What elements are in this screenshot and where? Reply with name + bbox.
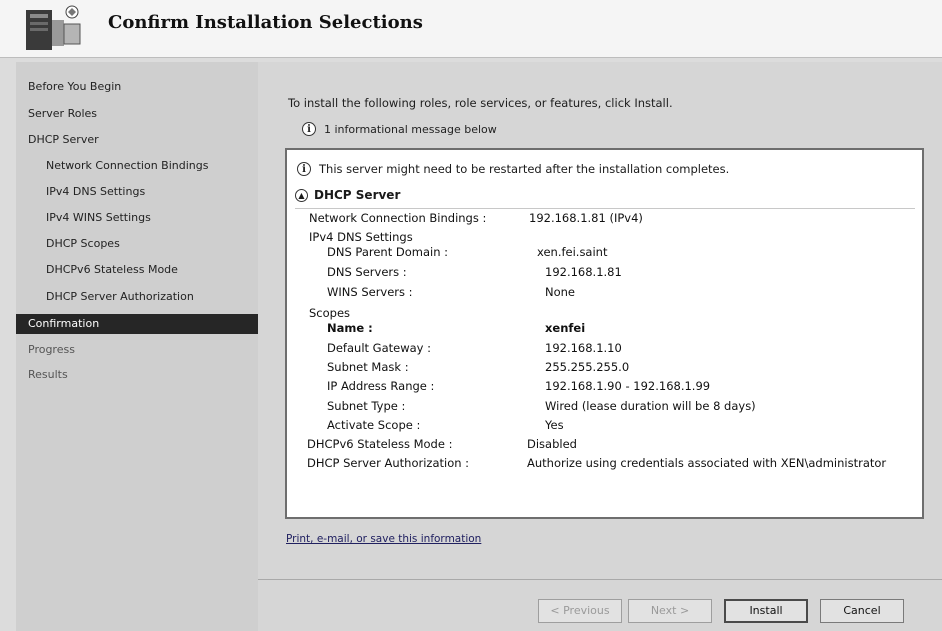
sidebar-item-results: Results: [28, 368, 68, 381]
row-value-activate-scope: Yes: [545, 418, 564, 432]
sidebar-item-dhcpv6-stateless-mode[interactable]: DHCPv6 Stateless Mode: [46, 263, 178, 276]
row-value-default-gateway: 192.168.1.10: [545, 341, 622, 355]
section-divider: [295, 208, 915, 209]
server-wizard-icon: [26, 5, 81, 50]
row-label-subnet-mask: Subnet Mask :: [327, 360, 409, 374]
sidebar-item-confirmation[interactable]: Confirmation: [16, 314, 258, 334]
row-value-dns-servers: 192.168.1.81: [545, 265, 622, 279]
sidebar-item-before-you-begin[interactable]: Before You Begin: [28, 80, 121, 93]
page-title: Confirm Installation Selections: [108, 12, 423, 33]
row-value-dhcpv6-stateless-mode: Disabled: [527, 437, 577, 451]
cancel-button[interactable]: Cancel: [820, 599, 904, 623]
sidebar-item-ipv4-dns-settings[interactable]: IPv4 DNS Settings: [46, 185, 145, 198]
info-message-count: 1 informational message below: [324, 122, 497, 136]
button-bar-divider: [258, 579, 942, 580]
row-value-ip-address-range: 192.168.1.90 - 192.168.1.99: [545, 379, 711, 393]
sidebar-item-network-connection-bindings[interactable]: Network Connection Bindings: [46, 159, 208, 172]
row-value-dhcp-server-authorization: Authorize using credentials associated w…: [527, 456, 887, 470]
row-value-subnet-mask: 255.255.255.0: [545, 360, 630, 374]
collapse-chevron-icon[interactable]: ▲: [295, 188, 308, 202]
add-roles-wizard: Confirm Installation Selections Before Y…: [0, 0, 942, 631]
row-label-dns-parent-domain: DNS Parent Domain :: [327, 245, 449, 259]
sidebar-item-dhcp-scopes[interactable]: DHCP Scopes: [46, 237, 120, 250]
info-message-summary: i 1 informational message below: [302, 122, 497, 136]
row-value-scope-name: xenfei: [545, 321, 586, 335]
row-label-wins-servers: WINS Servers :: [327, 285, 413, 299]
row-label-subnet-type: Subnet Type :: [327, 399, 406, 413]
wizard-steps-sidebar: Before You Begin Server Roles DHCP Serve…: [16, 62, 258, 631]
row-label-dhcp-server-authorization: DHCP Server Authorization :: [307, 456, 470, 470]
restart-warning: i This server might need to be restarted…: [297, 162, 729, 176]
row-value-wins-servers: None: [545, 285, 576, 299]
row-label-ip-address-range: IP Address Range :: [327, 379, 435, 393]
sidebar-item-progress: Progress: [28, 343, 75, 356]
instruction-text: To install the following roles, role ser…: [288, 96, 673, 110]
next-button[interactable]: Next >: [628, 599, 712, 623]
row-label-network-bindings: Network Connection Bindings :: [309, 211, 487, 225]
wizard-header: Confirm Installation Selections: [0, 0, 942, 58]
row-label-ipv4-dns-settings: IPv4 DNS Settings: [309, 230, 413, 244]
info-icon: i: [297, 162, 311, 176]
print-email-save-link[interactable]: Print, e-mail, or save this information: [286, 533, 481, 545]
info-icon: i: [302, 122, 316, 136]
row-label-dns-servers: DNS Servers :: [327, 265, 407, 279]
restart-note-text: This server might need to be restarted a…: [319, 162, 730, 176]
sidebar-item-dhcp-server-authorization[interactable]: DHCP Server Authorization: [46, 290, 194, 303]
row-label-scopes: Scopes: [309, 306, 351, 320]
row-value-network-bindings: 192.168.1.81 (IPv4): [529, 211, 643, 225]
sidebar-item-server-roles[interactable]: Server Roles: [28, 107, 97, 120]
dhcp-server-section-header[interactable]: ▲ DHCP Server: [295, 188, 400, 202]
sidebar-item-dhcp-server[interactable]: DHCP Server: [28, 133, 99, 146]
sidebar-item-ipv4-wins-settings[interactable]: IPv4 WINS Settings: [46, 211, 151, 224]
row-label-dhcpv6-stateless-mode: DHCPv6 Stateless Mode :: [307, 437, 453, 451]
install-button[interactable]: Install: [724, 599, 808, 623]
row-label-scope-name: Name :: [327, 321, 373, 335]
section-title: DHCP Server: [314, 188, 401, 202]
selections-summary-panel[interactable]: i This server might need to be restarted…: [285, 148, 924, 519]
previous-button[interactable]: < Previous: [538, 599, 622, 623]
row-value-subnet-type: Wired (lease duration will be 8 days): [545, 399, 756, 413]
row-label-default-gateway: Default Gateway :: [327, 341, 432, 355]
wizard-content: To install the following roles, role ser…: [258, 62, 942, 631]
row-value-dns-parent-domain: xen.fei.saint: [537, 245, 608, 259]
row-label-activate-scope: Activate Scope :: [327, 418, 421, 432]
